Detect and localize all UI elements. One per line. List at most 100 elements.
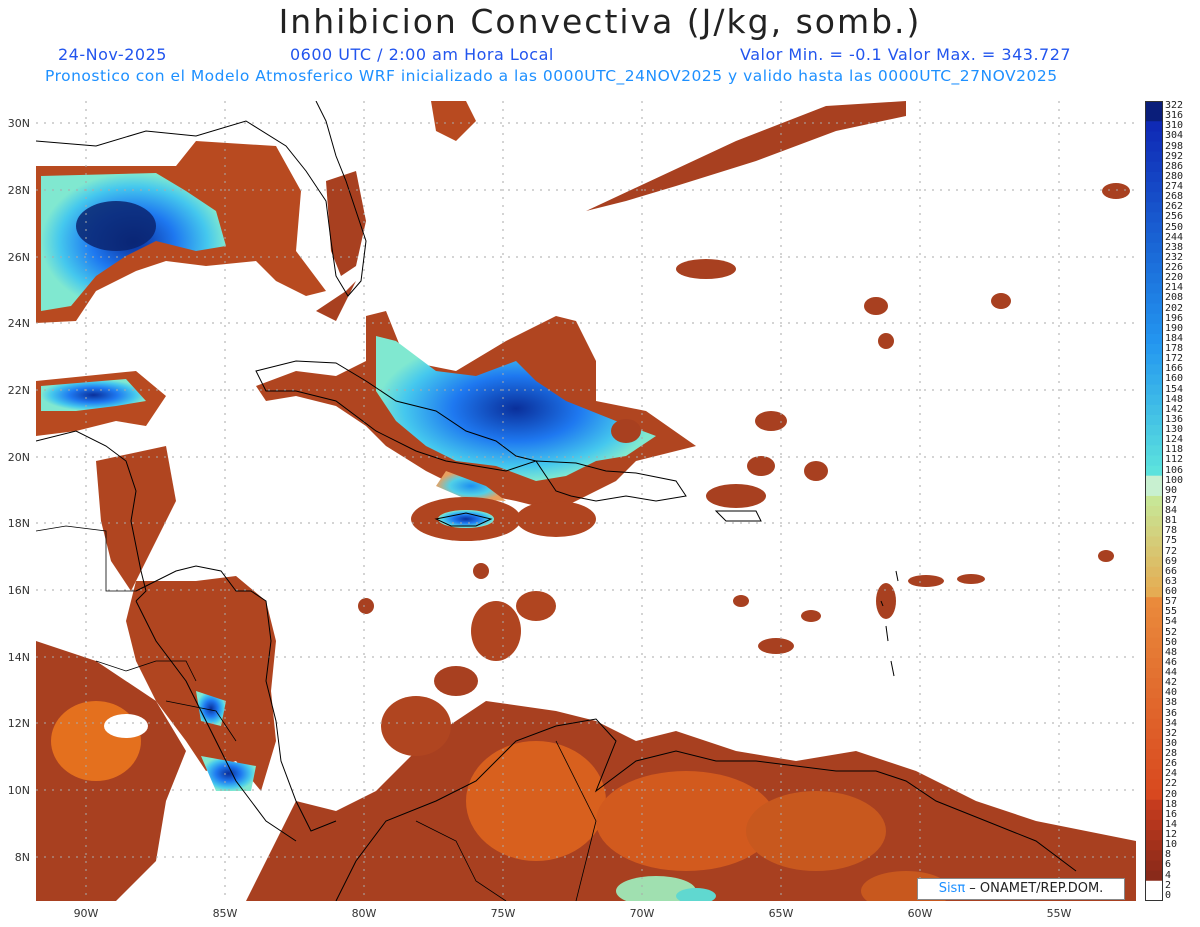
colorbar-swatch [1145, 850, 1163, 861]
lon-label: 75W [490, 907, 516, 920]
colorbar-swatch [1145, 344, 1163, 355]
colorbar-swatch [1145, 141, 1163, 153]
colorbar-swatch [1145, 232, 1163, 244]
colorbar-swatch [1145, 779, 1163, 791]
colorbar-swatch [1145, 101, 1163, 112]
colorbar-swatch [1145, 171, 1163, 183]
colorbar-label: 38 [1165, 697, 1178, 709]
colorbar-swatch [1145, 202, 1163, 213]
model-description: Pronostico con el Modelo Atmosferico WRF… [45, 67, 1058, 85]
colorbar-swatch [1145, 394, 1163, 406]
map-title: Inhibicion Convectiva (J/kg, somb.) [278, 2, 922, 41]
colorbar-swatch [1145, 799, 1163, 811]
forecast-date: 24-Nov-2025 [58, 45, 167, 64]
colorbar-swatch [1145, 728, 1163, 740]
lat-label: 28N [7, 184, 30, 197]
colorbar-swatch [1145, 637, 1163, 649]
lat-label: 16N [7, 584, 30, 597]
colorbar-swatch [1145, 627, 1163, 639]
colorbar-swatch [1145, 414, 1163, 426]
colorbar-swatch [1145, 384, 1163, 396]
colorbar-swatch [1145, 576, 1163, 588]
colorbar-swatch [1145, 688, 1163, 699]
colorbar-swatch [1145, 526, 1163, 537]
colorbar-swatch [1145, 819, 1163, 831]
colorbar-swatch [1145, 333, 1163, 345]
colorbar-swatch [1145, 597, 1163, 608]
colorbar-swatch [1145, 273, 1163, 284]
colorbar-swatch [1145, 212, 1163, 224]
colorbar-swatch [1145, 303, 1163, 315]
colorbar-swatch [1145, 151, 1163, 163]
lat-label: 10N [7, 784, 30, 797]
colorbar-swatch [1145, 111, 1163, 122]
colorbar-label: 112 [1165, 454, 1184, 466]
credit-text: – ONAMET/REP.DOM. [965, 881, 1104, 896]
colorbar-swatch [1145, 506, 1163, 517]
colorbar-swatch [1145, 830, 1163, 841]
colorbar-swatch [1145, 718, 1163, 730]
colorbar-swatch [1145, 121, 1163, 132]
colorbar-swatch [1145, 242, 1163, 254]
lon-label: 70W [629, 907, 655, 920]
colorbar-swatch [1145, 536, 1163, 548]
colorbar-swatch [1145, 465, 1163, 477]
colorbar-swatch [1145, 425, 1163, 436]
lat-label: 18N [7, 517, 30, 530]
colorbar-swatch [1145, 749, 1163, 760]
lat-label: 30N [7, 117, 30, 130]
colorbar-label: 0 [1165, 889, 1172, 901]
sis-logo: Sisπ [938, 881, 966, 896]
colorbar-swatch [1145, 657, 1163, 669]
lat-label: 14N [7, 651, 30, 664]
colorbar-swatch [1145, 809, 1163, 821]
colorbar-swatch [1145, 647, 1163, 659]
lat-label: 12N [7, 717, 30, 730]
colorbar-swatch [1145, 323, 1163, 335]
colorbar-swatch [1145, 485, 1163, 497]
colorbar-swatch [1145, 475, 1163, 487]
colorbar-label: 298 [1165, 140, 1184, 152]
forecast-time: 0600 UTC / 2:00 am Hora Local [290, 45, 554, 64]
cin-shading [36, 101, 1136, 901]
lon-label: 80W [351, 907, 377, 920]
colorbar-swatch [1145, 890, 1163, 901]
colorbar [1145, 101, 1163, 901]
colorbar-label: 75 [1165, 535, 1178, 547]
colorbar-label: 54 [1165, 616, 1178, 628]
colorbar-swatch [1145, 435, 1163, 446]
colorbar-label: 6 [1165, 859, 1172, 871]
lon-label: 65W [768, 907, 794, 920]
colorbar-swatch [1145, 313, 1163, 325]
lon-label: 85W [212, 907, 238, 920]
lon-label: 60W [907, 907, 933, 920]
colorbar-swatch [1145, 404, 1163, 416]
colorbar-label: 256 [1165, 211, 1184, 223]
colorbar-swatch [1145, 445, 1163, 456]
colorbar-swatch [1145, 263, 1163, 274]
credit-box: Sisπ – ONAMET/REP.DOM. [917, 878, 1125, 900]
colorbar-swatch [1145, 870, 1163, 882]
colorbar-swatch [1145, 192, 1163, 203]
colorbar-swatch [1145, 556, 1163, 568]
colorbar-swatch [1145, 738, 1163, 750]
colorbar-swatch [1145, 516, 1163, 527]
colorbar-swatch [1145, 252, 1163, 264]
lat-label: 8N [14, 851, 30, 864]
colorbar-swatch [1145, 617, 1163, 629]
colorbar-swatch [1145, 566, 1163, 578]
min-max-values: Valor Min. = -0.1 Valor Max. = 343.727 [740, 45, 1072, 64]
colorbar-label: 22 [1165, 778, 1178, 790]
colorbar-swatch [1145, 880, 1163, 892]
colorbar-swatch [1145, 840, 1163, 851]
colorbar-swatch [1145, 455, 1163, 467]
colorbar-swatch [1145, 182, 1163, 193]
lon-label: 55W [1046, 907, 1072, 920]
colorbar-swatch [1145, 364, 1163, 375]
colorbar-labels: 322 316 310 304 298 292 286 280 274 268 262 256 250 2… [1165, 101, 1199, 901]
colorbar-swatch [1145, 293, 1163, 305]
colorbar-swatch [1145, 789, 1163, 801]
lat-label: 20N [7, 451, 30, 464]
colorbar-swatch [1145, 161, 1163, 173]
lon-label: 90W [73, 907, 99, 920]
